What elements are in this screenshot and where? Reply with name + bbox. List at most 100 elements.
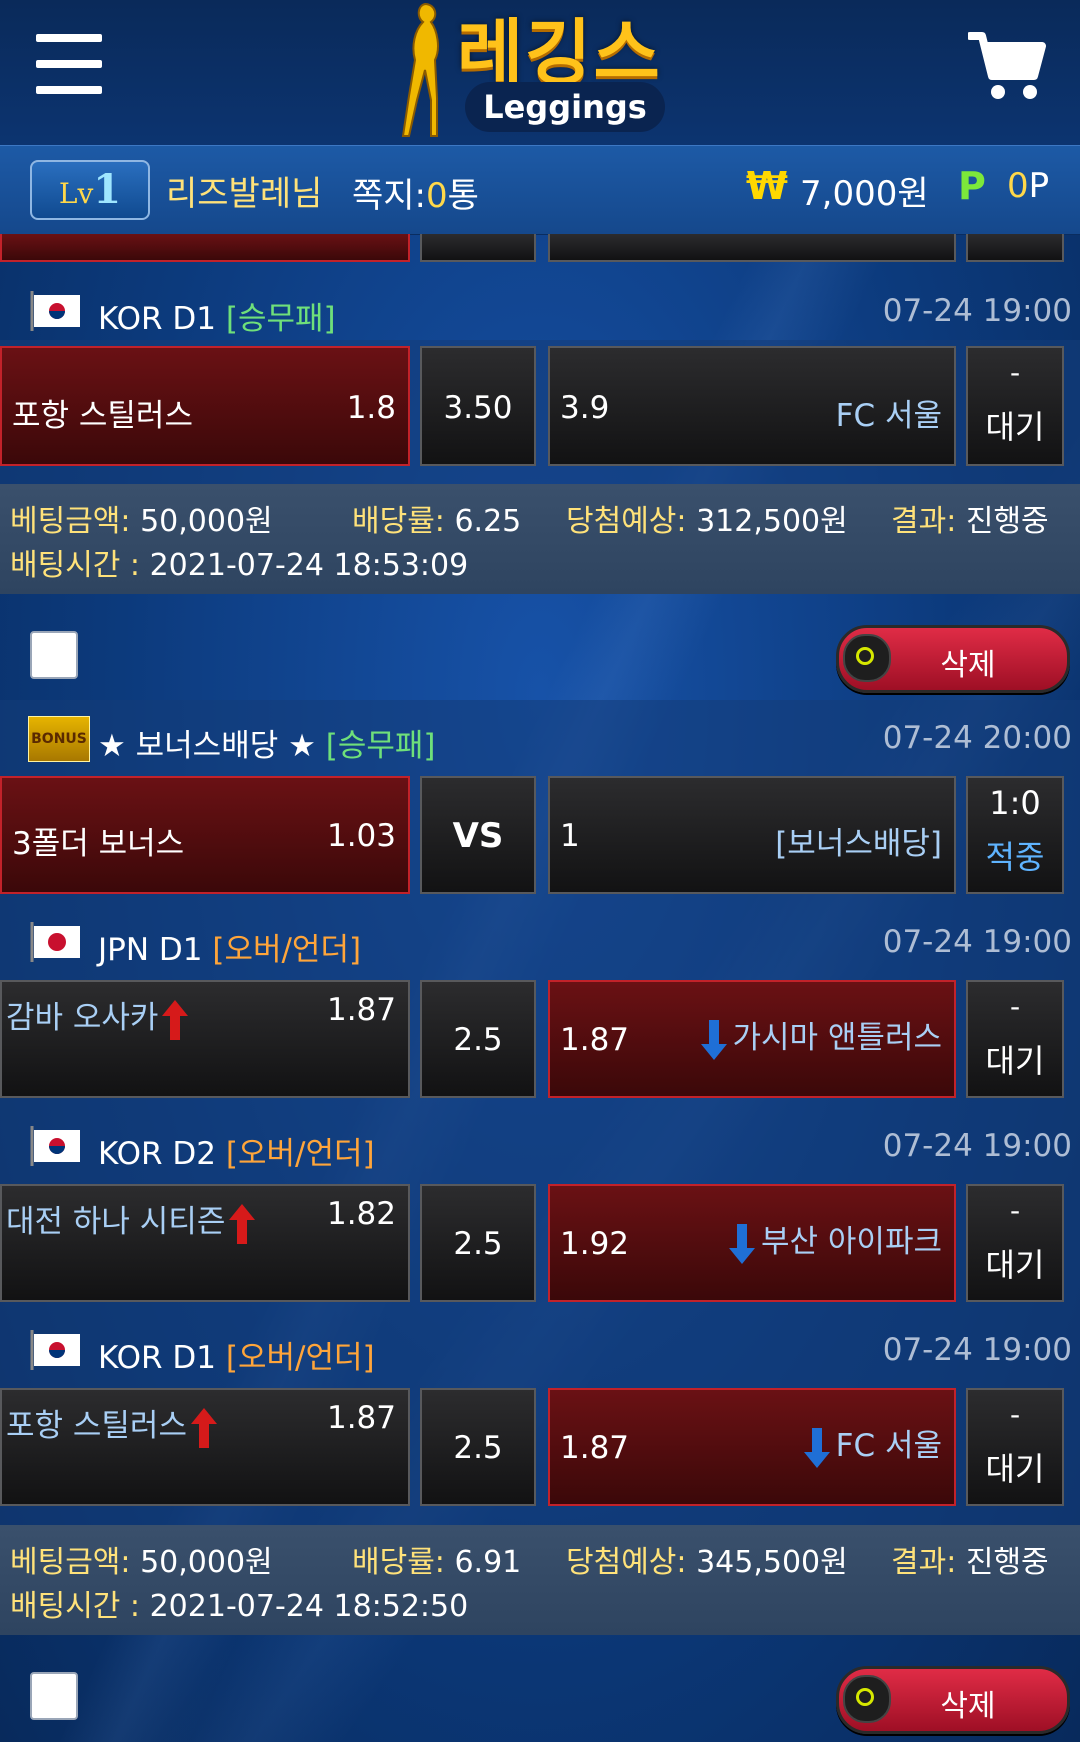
- top-header: 레깅스 Leggings: [0, 0, 1080, 145]
- game-header: BONUS ★ 보너스배당 ★ [승무패] 07-24 20:00: [0, 712, 1080, 770]
- message-link[interactable]: 쪽지:0통: [352, 168, 479, 217]
- draw-odds-box[interactable]: 3.50: [420, 346, 536, 466]
- match-time: 07-24 20:00: [882, 720, 1072, 756]
- home-odds: 1.87: [326, 992, 396, 1028]
- bet-amount: 베팅금액: 50,000원: [10, 504, 273, 539]
- korea-flag-icon: [30, 1126, 80, 1166]
- level-prefix: Lv: [58, 177, 94, 210]
- delete-label: 삭제: [940, 1689, 996, 1724]
- arrow-up-icon: [190, 1407, 217, 1448]
- hamburger-icon[interactable]: [36, 34, 102, 94]
- status-box: - 대기: [966, 1388, 1064, 1506]
- line-value: 2.5: [453, 1022, 503, 1058]
- arrow-down-icon: [729, 1223, 756, 1264]
- bet-type: [오버/언더]: [225, 1340, 375, 1376]
- home-odds: 1.8: [346, 390, 396, 426]
- home-team-box[interactable]: 대전 하나 시티즌 1.82: [0, 1184, 410, 1302]
- game-header: JPN D1 [오버/언더] 07-24 19:00: [0, 916, 1080, 974]
- away-team-name: [보너스배당]: [775, 826, 942, 862]
- site-logo[interactable]: 레깅스 Leggings: [395, 0, 685, 140]
- status-box: 1:0 적중: [966, 776, 1064, 894]
- away-odds: 1.87: [560, 1430, 630, 1466]
- logo-figure-icon: [401, 2, 439, 137]
- vs-box: VS: [420, 776, 536, 894]
- home-team-name: 대전 하나 시티즌: [6, 1196, 256, 1244]
- home-odds: 1.87: [326, 1400, 396, 1436]
- away-odds: 3.9: [560, 390, 610, 426]
- home-team-box[interactable]: 포항 스틸러스 1.87: [0, 1388, 410, 1506]
- home-team-box[interactable]: 감바 오사카 1.87: [0, 980, 410, 1098]
- line-value: 2.5: [453, 1226, 503, 1262]
- away-odds: 1: [560, 818, 580, 854]
- away-team-box[interactable]: 3.9 FC 서울: [548, 346, 956, 466]
- status-text: 대기: [985, 1450, 1045, 1488]
- delete-label: 삭제: [940, 648, 996, 683]
- money-balance: 7,000원: [800, 174, 929, 214]
- home-team-box[interactable]: 포항 스틸러스 1.8: [0, 346, 410, 466]
- line-box: 2.5: [420, 1388, 536, 1506]
- away-team-name: FC 서울: [835, 398, 942, 434]
- away-team-box[interactable]: 1.92 부산 아이파크: [548, 1184, 956, 1302]
- game-header: KOR D2 [오버/언더] 07-24 19:00: [0, 1120, 1080, 1178]
- league-name: JPN D1 [오버/언더]: [98, 932, 362, 968]
- status-text: 적중: [985, 838, 1045, 876]
- bet-result: 결과: 진행중: [891, 504, 1049, 539]
- delete-button[interactable]: 삭제: [836, 625, 1070, 693]
- home-team-name: 3폴더 보너스: [12, 826, 185, 862]
- away-odds: 1.87: [560, 1022, 630, 1058]
- home-team-name: 감바 오사카: [6, 992, 189, 1040]
- draw-odds: 3.50: [443, 390, 513, 426]
- message-unit: 통: [447, 176, 479, 216]
- away-team-name: FC 서울: [803, 1420, 942, 1468]
- game-header: KOR D1 [오버/언더] 07-24 19:00: [0, 1324, 1080, 1382]
- league-name: KOR D2 [오버/언더]: [98, 1136, 375, 1172]
- bonus-icon: BONUS: [28, 716, 90, 762]
- status-text: 대기: [985, 1042, 1045, 1080]
- select-checkbox[interactable]: [30, 1672, 78, 1720]
- status-text: 대기: [985, 408, 1045, 446]
- score: -: [1009, 356, 1021, 389]
- bet-summary: 베팅금액: 50,000원 배당률: 6.25 당첨예상: 312,500원 결…: [0, 484, 1080, 594]
- points-icon: P: [958, 164, 986, 208]
- level-number: 1: [93, 166, 122, 213]
- level-badge: Lv1: [30, 160, 150, 220]
- bet-time: 배팅시간 : 2021-07-24 18:53:09: [10, 548, 469, 583]
- game-header: KOR D1 [승무패] 07-24 19:00: [0, 285, 1080, 343]
- arrow-down-icon: [803, 1427, 830, 1468]
- expected-win: 당첨예상: 312,500원: [566, 504, 848, 539]
- status-box: - 대기: [966, 1184, 1064, 1302]
- match-time: 07-24 19:00: [882, 293, 1072, 329]
- select-checkbox[interactable]: [30, 631, 78, 679]
- points-value: 0: [1007, 166, 1029, 206]
- bet-type: [승무패]: [225, 301, 336, 337]
- bet-result: 결과: 진행중: [891, 1545, 1049, 1580]
- home-team-box[interactable]: 3폴더 보너스 1.03: [0, 776, 410, 894]
- score: -: [1009, 990, 1021, 1023]
- away-team-box[interactable]: 1 [보너스배당]: [548, 776, 956, 894]
- match-time: 07-24 19:00: [882, 1332, 1072, 1368]
- korea-flag-icon: [30, 291, 80, 331]
- score: 1:0: [989, 784, 1041, 822]
- expected-win: 당첨예상: 345,500원: [566, 1545, 848, 1580]
- delete-button[interactable]: 삭제: [836, 1666, 1070, 1734]
- away-team-box[interactable]: 1.87 가시마 앤틀러스: [548, 980, 956, 1098]
- away-team-box[interactable]: 1.87 FC 서울: [548, 1388, 956, 1506]
- bet-type: [승무패]: [325, 728, 436, 764]
- previous-row-home-box: [0, 234, 410, 262]
- line-value: 2.5: [453, 1430, 503, 1466]
- line-box: 2.5: [420, 980, 536, 1098]
- line-box: 2.5: [420, 1184, 536, 1302]
- match-time: 07-24 19:00: [882, 1128, 1072, 1164]
- previous-row-status-box: [966, 234, 1064, 262]
- league-name: KOR D1 [오버/언더]: [98, 1340, 375, 1376]
- match-time: 07-24 19:00: [882, 924, 1072, 960]
- korea-flag-icon: [30, 1330, 80, 1370]
- username[interactable]: 리즈발레님: [166, 166, 322, 215]
- cart-icon[interactable]: [966, 30, 1046, 106]
- home-team-name: 포항 스틸러스: [12, 398, 193, 434]
- home-team-name: 포항 스틸러스: [6, 1400, 217, 1448]
- score: -: [1009, 1398, 1021, 1431]
- message-label: 쪽지:: [352, 176, 427, 216]
- league-name: ★ 보너스배당 ★ [승무패]: [98, 728, 436, 764]
- arrow-up-icon: [229, 1203, 256, 1244]
